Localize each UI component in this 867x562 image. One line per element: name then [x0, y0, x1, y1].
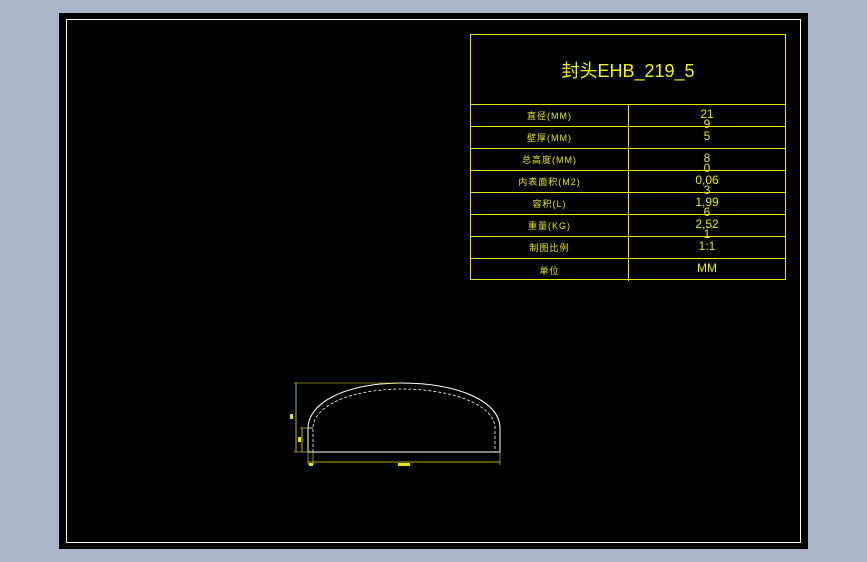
flange-dim-text-mark	[298, 437, 301, 442]
diameter-dim-text-mark	[398, 463, 410, 466]
head-outer-outline	[307, 382, 501, 452]
thickness-dim-text-mark	[309, 463, 313, 466]
head-inner-outline	[312, 388, 496, 452]
head-profile-drawing	[290, 382, 501, 466]
height-dim-text-mark	[290, 414, 293, 419]
